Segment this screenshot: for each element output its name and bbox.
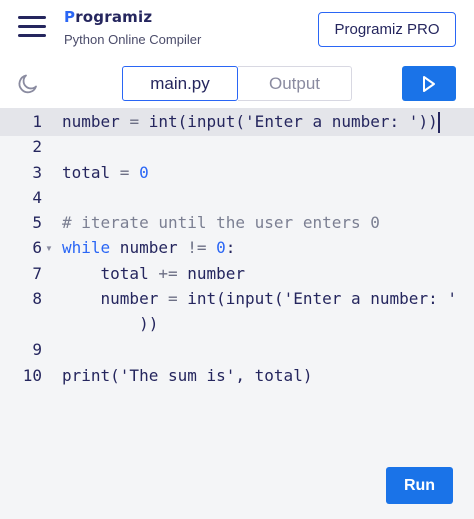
code-line[interactable]: total += number: [62, 264, 246, 283]
run-button[interactable]: Run: [386, 467, 453, 504]
line-number: 1: [32, 112, 42, 131]
code-line[interactable]: while number != 0:: [62, 238, 235, 257]
line-number: 9: [32, 340, 42, 359]
play-icon: [423, 75, 435, 92]
line-number: 3: [32, 163, 42, 182]
code-line[interactable]: number = int(input('Enter a number: ')): [62, 112, 438, 131]
code-editor[interactable]: 1 2 3 4 5 6 ▼ 7 8 9 10 number = int(inpu…: [0, 108, 474, 519]
tab-main-py[interactable]: main.py: [122, 66, 238, 101]
code-line[interactable]: number = int(input('Enter a number: ': [62, 289, 457, 308]
logo-subtitle: Python Online Compiler: [64, 32, 202, 47]
code-line[interactable]: # iterate until the user enters 0: [62, 213, 380, 232]
code-line[interactable]: total = 0: [62, 163, 149, 182]
run-icon-button[interactable]: [402, 66, 456, 101]
line-number-gutter: 1 2 3 4 5 6 ▼ 7 8 9 10: [0, 108, 56, 519]
line-number: 7: [32, 264, 42, 283]
line-number: 6: [32, 238, 42, 257]
line-number: 8: [32, 289, 42, 308]
line-number: 2: [32, 137, 42, 156]
text-cursor: [438, 112, 440, 133]
line-number: 5: [32, 213, 42, 232]
programiz-pro-button[interactable]: Programiz PRO: [318, 12, 456, 47]
code-line[interactable]: )): [62, 314, 158, 333]
tab-output[interactable]: Output: [238, 66, 352, 101]
programiz-logo[interactable]: Programiz Python Online Compiler: [64, 8, 201, 47]
line-number: 10: [22, 366, 42, 385]
code-line[interactable]: print('The sum is', total): [62, 366, 312, 385]
moon-icon[interactable]: [16, 72, 40, 96]
hamburger-menu-icon[interactable]: [18, 14, 46, 38]
fold-arrow-icon[interactable]: ▼: [45, 244, 53, 253]
header: Programiz Python Online Compiler Program…: [0, 0, 474, 60]
line-number: 4: [32, 188, 42, 207]
file-tabs: main.py Output: [122, 66, 352, 101]
toolbar: main.py Output: [0, 60, 474, 108]
logo-wordmark: Programiz: [64, 8, 153, 26]
